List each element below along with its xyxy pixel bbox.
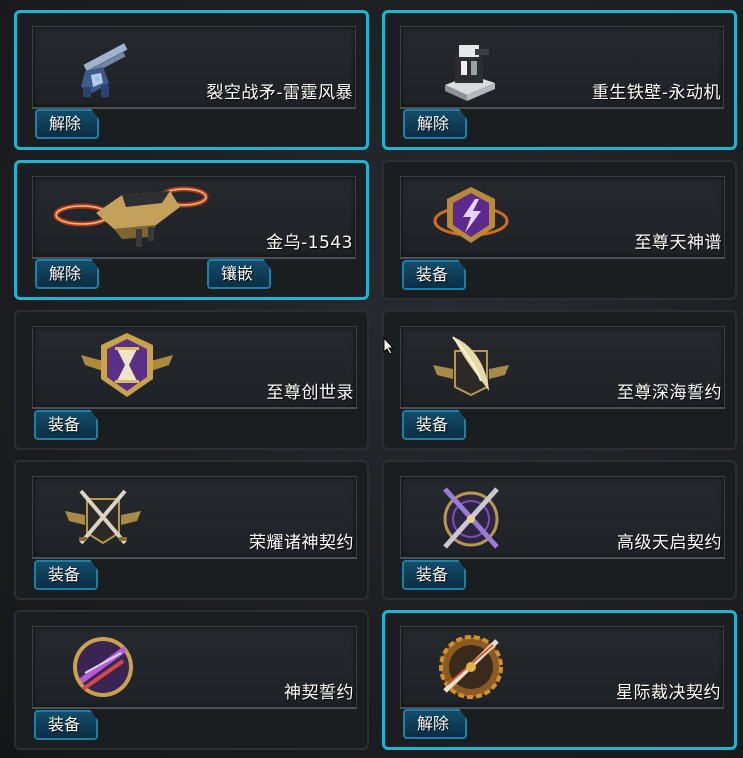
white-black-turret-icon (445, 45, 495, 101)
item-name: 金乌-1543 (266, 233, 353, 253)
card-panel: 高级天启契约 (400, 476, 725, 559)
item-name: 高级天启契约 (617, 533, 722, 553)
equipment-card[interactable]: 至尊深海誓约 装备 (382, 310, 737, 450)
equipment-card[interactable]: 高级天启契约 装备 (382, 460, 737, 600)
blue-mech-cannon-icon (81, 43, 128, 97)
equip-button[interactable]: 装备 (34, 710, 98, 740)
equipment-card[interactable]: 重生铁壁-永动机 解除 (382, 10, 737, 150)
card-panel: 星际裁决契约 (400, 626, 724, 709)
equipment-card[interactable]: 星际裁决契约 解除 (382, 610, 737, 750)
equip-button[interactable]: 装备 (402, 560, 466, 590)
item-name: 至尊深海誓约 (617, 383, 722, 403)
inlay-button[interactable]: 镶嵌 (207, 259, 271, 289)
purple-lightning-emblem-icon (433, 187, 509, 243)
card-panel: 至尊深海誓约 (400, 326, 725, 409)
item-name: 至尊创世录 (266, 383, 354, 403)
hourglass-emblem-icon (81, 333, 173, 397)
crossed-swords-emblem-icon (65, 489, 141, 545)
card-panel: 至尊天神谱 (400, 176, 725, 259)
equipment-card[interactable]: 至尊创世录 装备 (14, 310, 369, 450)
equip-button[interactable]: 装备 (34, 560, 98, 590)
item-name: 重生铁壁-永动机 (591, 83, 721, 103)
equipment-card[interactable]: 金乌-1543 解除 镶嵌 (14, 160, 369, 300)
item-name: 至尊天神谱 (634, 233, 722, 253)
golden-drone-icon (53, 186, 209, 247)
equip-button[interactable]: 装备 (402, 260, 466, 290)
mouse-cursor-icon (383, 337, 395, 355)
equipment-card[interactable]: 裂空战矛-雷霆风暴 解除 (14, 10, 369, 150)
gear-sword-medallion-icon (439, 635, 503, 699)
item-name: 荣耀诸神契约 (249, 533, 354, 553)
card-panel: 至尊创世录 (32, 326, 357, 409)
equipment-card[interactable]: 神契誓约 装备 (14, 610, 369, 750)
item-name: 星际裁决契约 (616, 683, 721, 703)
purple-crossed-swords-emblem-icon (443, 487, 499, 549)
item-name: 裂空战矛-雷霆风暴 (206, 83, 353, 103)
equip-button[interactable]: 装备 (34, 410, 98, 440)
unequip-button[interactable]: 解除 (403, 109, 467, 139)
unequip-button[interactable]: 解除 (35, 259, 99, 289)
card-panel: 金乌-1543 (32, 176, 356, 259)
card-panel: 荣耀诸神契约 (32, 476, 357, 559)
equip-button[interactable]: 装备 (402, 410, 466, 440)
purple-weapons-medallion-icon (73, 637, 133, 697)
item-name: 神契誓约 (284, 683, 354, 703)
unequip-button[interactable]: 解除 (403, 709, 467, 739)
equipment-card[interactable]: 至尊天神谱 装备 (382, 160, 737, 300)
unequip-button[interactable]: 解除 (35, 109, 99, 139)
card-panel: 裂空战矛-雷霆风暴 (32, 26, 356, 109)
card-panel: 神契誓约 (32, 626, 357, 709)
card-panel: 重生铁壁-永动机 (400, 26, 724, 109)
gold-blade-emblem-icon (433, 336, 509, 397)
equipment-grid: 裂空战矛-雷霆风暴 解除 重生铁壁-永动机 解除 金乌-1543 解除 镶嵌 至… (0, 0, 743, 758)
equipment-card[interactable]: 荣耀诸神契约 装备 (14, 460, 369, 600)
